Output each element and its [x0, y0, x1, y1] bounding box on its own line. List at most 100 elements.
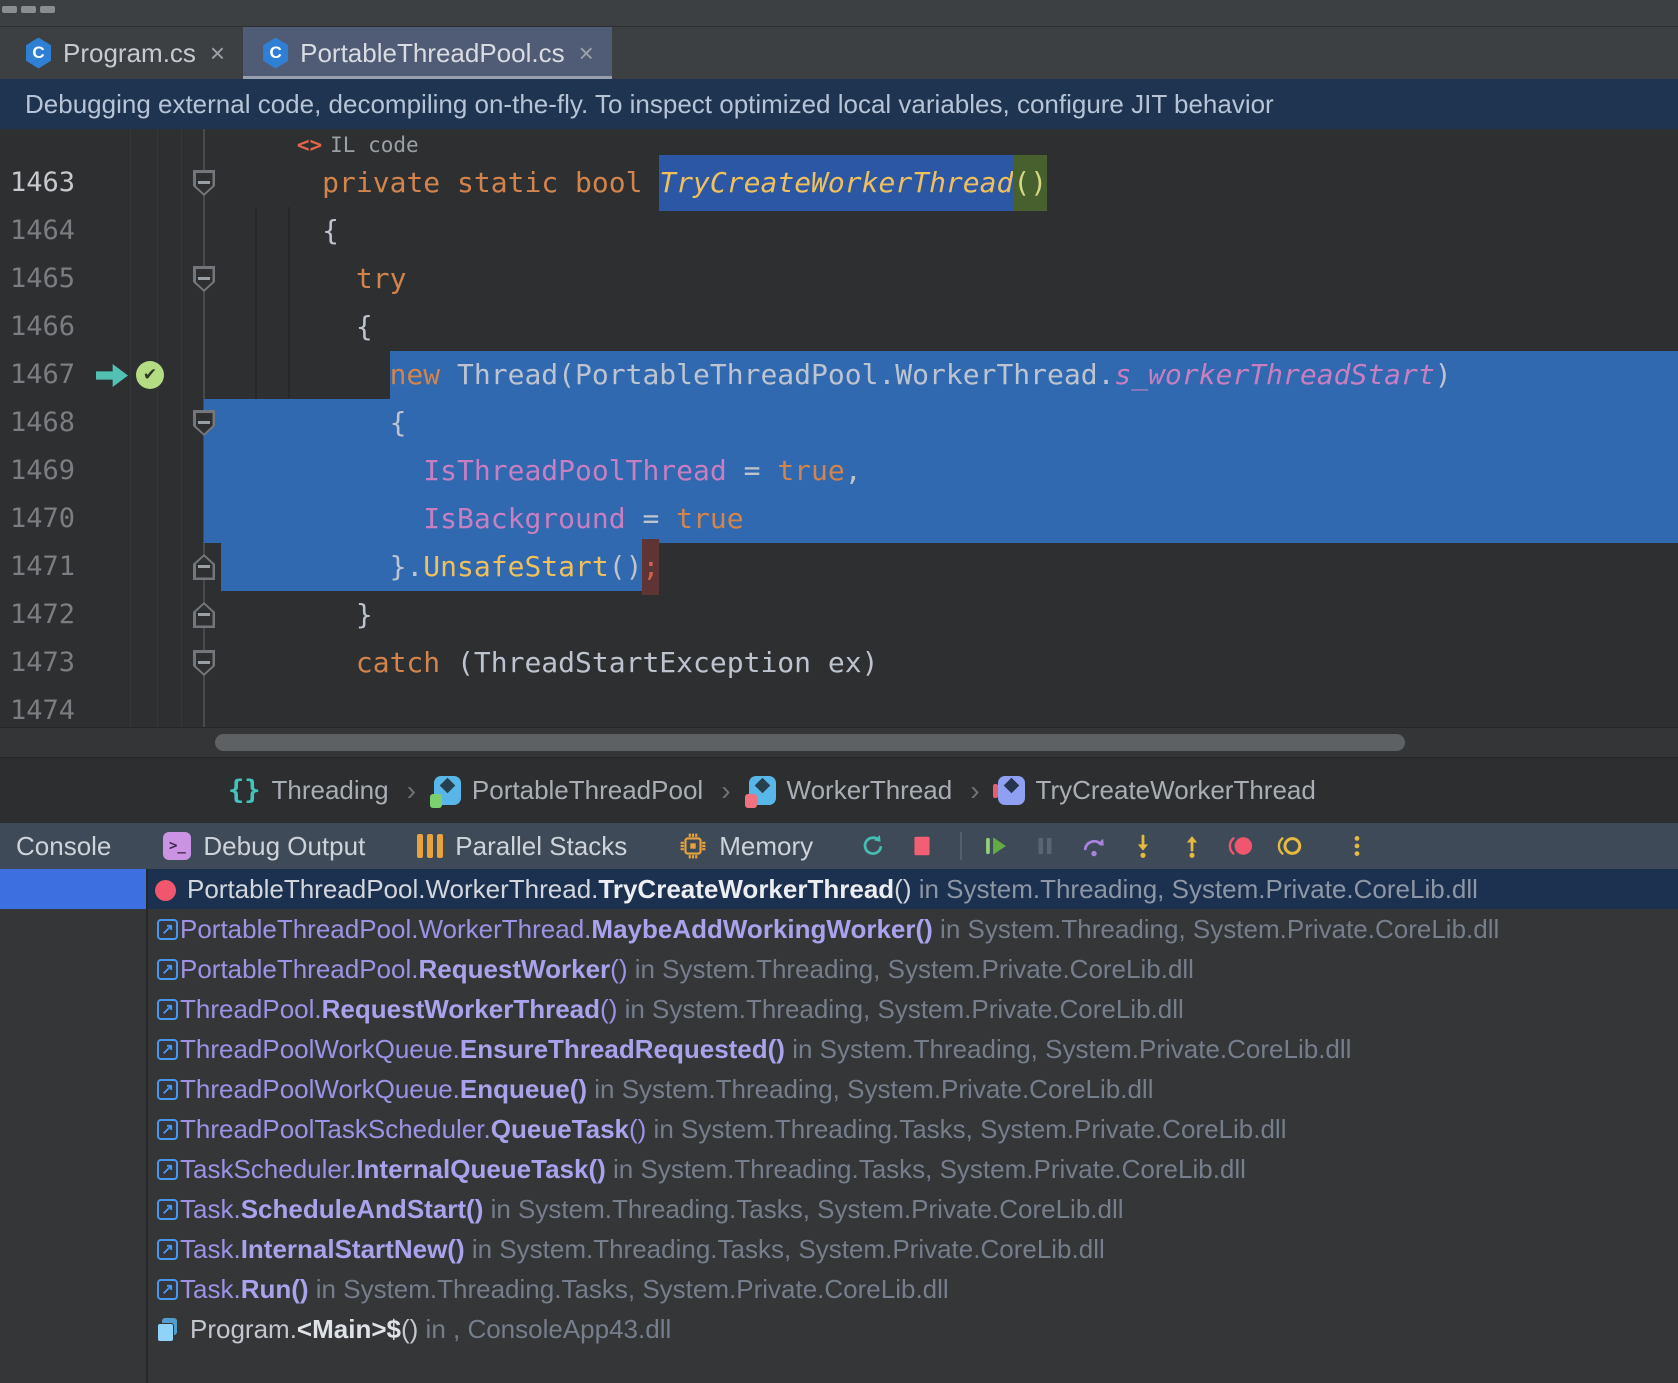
frame-class-prefix: PortableThreadPool.WorkerThread. — [180, 914, 591, 944]
view-breakpoints-button[interactable] — [1226, 831, 1256, 861]
code-line[interactable]: 1467✔ new Thread(PortableThreadPool.Work… — [0, 351, 1678, 399]
line-number[interactable]: 1470 — [0, 495, 90, 543]
code-text[interactable]: IsBackground = true — [204, 495, 1678, 543]
gutter-icons — [90, 495, 204, 543]
code-text[interactable]: catch (ThreadStartException ex) — [204, 639, 1678, 687]
line-number[interactable]: 1466 — [0, 303, 90, 351]
line-number[interactable]: 1464 — [0, 207, 90, 255]
line-number[interactable]: 1471 — [0, 543, 90, 591]
banner-link[interactable]: configure JIT behavior — [1017, 89, 1274, 119]
editor-tab-bar: C Program.cs × C PortableThreadPool.cs × — [0, 27, 1678, 79]
line-number[interactable]: 1463 — [0, 159, 90, 207]
line-number[interactable]: 1474 — [0, 687, 90, 727]
tab-debug-output[interactable]: >_ Debug Output — [163, 831, 365, 862]
line-number[interactable]: 1473 — [0, 639, 90, 687]
code-line[interactable]: 1465 try — [0, 255, 1678, 303]
code-line[interactable]: 1468 { — [0, 399, 1678, 447]
frame-class-prefix: PortableThreadPool.WorkerThread. — [187, 874, 598, 904]
code-text[interactable]: private static bool TryCreateWorkerThrea… — [204, 159, 1678, 207]
stack-frame-row[interactable]: ↗PortableThreadPool.RequestWorker() in S… — [148, 949, 1678, 989]
code-token: TryCreateWorkerThread — [659, 155, 1013, 211]
code-line[interactable]: 1473 catch (ThreadStartException ex) — [0, 639, 1678, 687]
scrollbar-thumb[interactable] — [215, 734, 1405, 751]
code-line[interactable]: 1474 — [0, 687, 1678, 727]
code-text[interactable]: try — [204, 255, 1678, 303]
code-line[interactable]: 1472 } — [0, 591, 1678, 639]
stack-frame-row[interactable]: ↗Task.InternalStartNew() in System.Threa… — [148, 1229, 1678, 1269]
code-text[interactable]: } — [204, 591, 1678, 639]
breadcrumb-item-portablethreadpool[interactable]: PortableThreadPool — [434, 775, 703, 806]
stack-frame-row[interactable]: ↗Task.ScheduleAndStart() in System.Threa… — [148, 1189, 1678, 1229]
gutter-icons — [90, 399, 204, 447]
code-line[interactable]: 1471 }.UnsafeStart(); — [0, 543, 1678, 591]
rerun-button[interactable] — [858, 831, 888, 861]
code-text[interactable]: { — [204, 207, 1678, 255]
stack-frame-row[interactable]: ↗ThreadPoolWorkQueue.EnsureThreadRequest… — [148, 1029, 1678, 1069]
tab-parallel-stacks[interactable]: Parallel Stacks — [417, 831, 627, 862]
code-text[interactable] — [204, 687, 1678, 727]
resume-button[interactable] — [981, 831, 1011, 861]
external-frame-icon: ↗ — [157, 919, 178, 940]
frame-text: ThreadPoolTaskScheduler.QueueTask() in S… — [180, 1114, 1286, 1145]
code-lines: 1463 private static bool TryCreateWorker… — [0, 159, 1678, 727]
tab-memory[interactable]: Memory — [679, 831, 813, 862]
frame-parens: () — [894, 874, 911, 904]
stack-frame-row[interactable]: PortableThreadPool.WorkerThread.TryCreat… — [148, 869, 1678, 909]
frame-method-name: Enqueue() — [460, 1074, 587, 1104]
tab-portablethreadpool-cs[interactable]: C PortableThreadPool.cs × — [243, 27, 612, 79]
stack-frame-row[interactable]: ↗ThreadPool.RequestWorkerThread() in Sys… — [148, 989, 1678, 1029]
il-code-lens[interactable]: <>IL code — [297, 131, 419, 159]
code-text[interactable]: { — [204, 399, 1678, 447]
stack-frame-row[interactable]: Program.<Main>$() in , ConsoleApp43.dll — [148, 1309, 1678, 1349]
breadcrumbs: {}Threading›PortableThreadPool›WorkerThr… — [0, 757, 1678, 823]
gutter-icons — [90, 447, 204, 495]
step-out-button[interactable] — [1177, 831, 1207, 861]
chevron-right-icon: › — [970, 775, 979, 807]
code-text[interactable]: }.UnsafeStart(); — [204, 543, 1678, 591]
stack-frame-row[interactable]: ↗ThreadPoolWorkQueue.Enqueue() in System… — [148, 1069, 1678, 1109]
code-line[interactable]: 1464 { — [0, 207, 1678, 255]
code-text[interactable]: IsThreadPoolThread = true, — [204, 447, 1678, 495]
execution-pointer-icon — [96, 364, 128, 387]
pause-button[interactable] — [1030, 831, 1060, 861]
code-line[interactable]: 1469 IsThreadPoolThread = true, — [0, 447, 1678, 495]
line-number[interactable]: 1465 — [0, 255, 90, 303]
stop-icon — [909, 833, 935, 859]
line-number[interactable]: 1468 — [0, 399, 90, 447]
code-line[interactable]: 1463 private static bool TryCreateWorker… — [0, 159, 1678, 207]
threads-panel[interactable] — [0, 869, 148, 1383]
code-token: static — [457, 166, 558, 199]
close-icon[interactable]: × — [579, 38, 594, 69]
stack-frame-row[interactable]: ↗Task.Run() in System.Threading.Tasks, S… — [148, 1269, 1678, 1309]
code-editor[interactable]: <>IL code 1463 private static bool TryCr… — [0, 129, 1678, 727]
breadcrumb-item-trycreateworkerthread[interactable]: TryCreateWorkerThread — [998, 775, 1316, 806]
step-into-button[interactable] — [1128, 831, 1158, 861]
code-line[interactable]: 1470 IsBackground = true — [0, 495, 1678, 543]
tab-console[interactable]: Console — [16, 831, 111, 862]
stack-frame-row[interactable]: ↗TaskScheduler.InternalQueueTask() in Sy… — [148, 1149, 1678, 1189]
frame-text: ThreadPool.RequestWorkerThread() in Syst… — [180, 994, 1184, 1025]
horizontal-scrollbar[interactable] — [0, 727, 1678, 757]
code-token — [440, 166, 457, 199]
stack-frame-row[interactable]: ↗ThreadPoolTaskScheduler.QueueTask() in … — [148, 1109, 1678, 1149]
frame-class-prefix: ThreadPoolWorkQueue. — [180, 1074, 460, 1104]
csharp-file-icon: C — [24, 38, 53, 69]
code-text[interactable]: new Thread(PortableThreadPool.WorkerThre… — [204, 351, 1678, 399]
breadcrumb-item-threading[interactable]: {}Threading — [228, 775, 389, 806]
code-line[interactable]: 1466 { — [0, 303, 1678, 351]
tab-program-cs[interactable]: C Program.cs × — [6, 27, 243, 79]
line-number[interactable]: 1472 — [0, 591, 90, 639]
stack-frame-row[interactable]: ↗PortableThreadPool.WorkerThread.MaybeAd… — [148, 909, 1678, 949]
csharp-file-icon: C — [261, 38, 290, 69]
step-over-button[interactable] — [1079, 831, 1109, 861]
code-text[interactable]: { — [204, 303, 1678, 351]
more-options-button[interactable] — [1342, 831, 1372, 861]
breadcrumb-item-workerthread[interactable]: WorkerThread — [749, 775, 953, 806]
line-number[interactable]: 1469 — [0, 447, 90, 495]
stop-button[interactable] — [907, 831, 937, 861]
frame-text: ThreadPoolWorkQueue.Enqueue() in System.… — [180, 1074, 1153, 1105]
line-number[interactable]: 1467 — [0, 351, 90, 399]
mute-breakpoints-button[interactable] — [1275, 831, 1305, 861]
selected-thread-row[interactable] — [0, 869, 146, 909]
close-icon[interactable]: × — [210, 38, 225, 69]
